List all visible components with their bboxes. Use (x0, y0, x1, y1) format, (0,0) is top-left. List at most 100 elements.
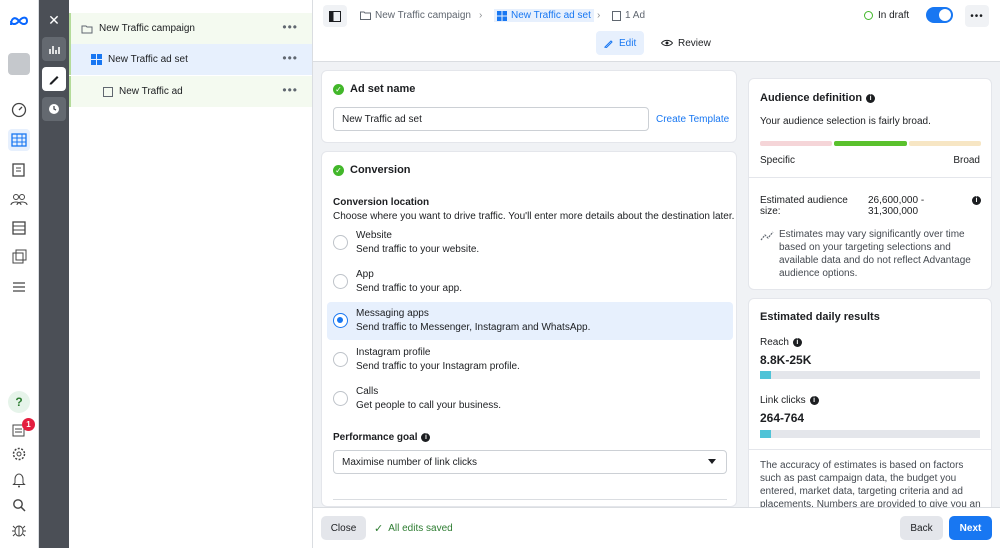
option-desc: Send traffic to your app. (356, 283, 462, 294)
chart-icon[interactable] (42, 37, 66, 61)
bell-icon[interactable] (8, 469, 30, 491)
link-clicks-label: Link clicks (760, 395, 806, 406)
radio-calls[interactable] (333, 391, 348, 406)
reach-value: 8.8K-25K (760, 353, 812, 367)
folder-icon (81, 25, 93, 33)
footer-bar: Close ✓ All edits saved Back Next (313, 507, 1000, 548)
edit-mode-button[interactable]: Edit (596, 31, 645, 55)
close-icon[interactable]: ✕ (42, 8, 66, 32)
more-options-icon[interactable]: ••• (282, 21, 298, 33)
audience-size-label: Estimated audience size: (760, 195, 848, 217)
help-icon[interactable]: ? (8, 391, 30, 413)
breadcrumb-ad[interactable]: 1 Ad (612, 10, 645, 21)
info-icon[interactable]: i (972, 196, 981, 205)
breadcrumb-ad-label: 1 Ad (625, 10, 646, 21)
reach-bar-track (760, 371, 980, 379)
dashboard-gauge-icon[interactable] (8, 99, 30, 121)
audience-size-value: 26,600,000 - 31,300,000 (868, 195, 925, 217)
link-clicks-bar-fill (760, 430, 771, 438)
next-button[interactable]: Next (949, 516, 992, 540)
option-instagram-profile[interactable]: Instagram profile Send traffic to your I… (327, 341, 733, 379)
notification-badge: 1 (22, 418, 35, 431)
option-title: App (356, 269, 374, 280)
adset-grid-icon (91, 54, 102, 65)
daily-results-title: Estimated daily results (760, 311, 880, 323)
create-template-link[interactable]: Create Template (656, 114, 729, 125)
performance-goal-label: Performance goal (333, 432, 418, 443)
back-button[interactable]: Back (900, 516, 943, 540)
chevron-right-icon: › (597, 10, 601, 21)
history-clock-icon[interactable] (42, 97, 66, 121)
tree-item-campaign[interactable]: New Traffic campaign ••• (69, 13, 312, 44)
checkmark-icon: ✓ (374, 523, 384, 535)
adset-grid-icon (497, 10, 507, 21)
close-button[interactable]: Close (321, 516, 366, 540)
option-app[interactable]: App Send traffic to your app. (327, 263, 733, 301)
more-options-icon[interactable]: ••• (282, 84, 298, 96)
link-clicks-bar-track (760, 430, 980, 438)
review-mode-label: Review (678, 37, 711, 49)
performance-goal-select[interactable]: Maximise number of link clicks (333, 450, 727, 474)
chevron-right-icon: › (479, 10, 483, 21)
breadcrumb-campaign-label: New Traffic campaign (375, 10, 471, 21)
option-desc: Send traffic to your Instagram profile. (356, 361, 520, 372)
daily-results-card: Estimated daily results Reach i 8.8K-25K… (748, 298, 992, 513)
adset-name-input[interactable]: New Traffic ad set (333, 107, 649, 131)
tool-strip: ✕ (39, 0, 69, 548)
billing-icon[interactable] (8, 217, 30, 239)
ads-manager-table-icon[interactable] (8, 129, 30, 151)
settings-gear-icon[interactable] (8, 443, 30, 465)
saved-status: All edits saved (388, 523, 453, 534)
avatar[interactable] (8, 53, 30, 75)
pages-icon[interactable] (8, 159, 30, 181)
audiences-icon[interactable] (8, 188, 30, 210)
radio-app[interactable] (333, 274, 348, 289)
tree-item-adset[interactable]: New Traffic ad set ••• (69, 44, 312, 75)
option-messaging-apps[interactable]: Messaging apps Send traffic to Messenger… (327, 302, 733, 340)
status-dot-icon (864, 11, 873, 20)
catalog-icon[interactable] (8, 246, 30, 268)
conversion-card: ✓ Conversion Conversion location Choose … (321, 151, 737, 507)
bug-report-icon[interactable] (8, 519, 30, 541)
more-options-icon[interactable]: ••• (282, 52, 298, 64)
info-icon[interactable]: i (421, 433, 431, 442)
option-title: Instagram profile (356, 347, 431, 358)
radio-website[interactable] (333, 235, 348, 250)
left-nav-rail: ? 1 (0, 0, 39, 548)
campaign-toggle[interactable] (926, 7, 953, 23)
audience-definition-card: Audience definition i Your audience sele… (748, 78, 992, 290)
info-icon[interactable]: i (809, 396, 819, 405)
reach-label: Reach (760, 337, 789, 348)
info-icon[interactable]: i (792, 338, 802, 347)
toggle-sidebar-icon[interactable] (323, 5, 347, 27)
option-website[interactable]: Website Send traffic to your website. (327, 224, 733, 262)
edit-pencil-icon[interactable] (42, 67, 66, 91)
conversion-title: Conversion (350, 164, 411, 176)
all-tools-menu-icon[interactable] (8, 276, 30, 298)
audience-note: Estimates may vary significantly over ti… (779, 229, 971, 279)
breadcrumb-adset[interactable]: New Traffic ad set (494, 9, 594, 22)
radio-instagram-profile[interactable] (333, 352, 348, 367)
breadcrumb-campaign[interactable]: New Traffic campaign (360, 10, 471, 21)
audience-specific-label: Specific (760, 155, 796, 166)
audience-meter-specific (760, 141, 832, 146)
tree-item-ad[interactable]: New Traffic ad ••• (69, 76, 312, 107)
folder-icon (360, 11, 371, 20)
eye-icon (661, 39, 673, 47)
radio-messaging-apps[interactable] (333, 313, 348, 328)
divider (749, 449, 991, 450)
review-mode-button[interactable]: Review (653, 31, 719, 55)
option-calls[interactable]: Calls Get people to call your business. (327, 380, 733, 418)
complete-check-icon: ✓ (333, 83, 344, 95)
info-icon[interactable]: i (866, 93, 876, 103)
trend-line-icon (760, 231, 774, 241)
meta-logo-icon[interactable] (8, 10, 30, 32)
campaign-tree-panel: New Traffic campaign ••• New Traffic ad … (69, 0, 313, 548)
edit-pencil-icon (604, 40, 613, 48)
audience-meter-broad (909, 141, 981, 146)
ad-document-icon (103, 86, 113, 97)
tree-adset-label: New Traffic ad set (108, 54, 188, 65)
option-desc: Get people to call your business. (356, 400, 502, 411)
search-icon[interactable] (8, 494, 30, 516)
more-actions-icon[interactable]: ••• (965, 5, 989, 27)
